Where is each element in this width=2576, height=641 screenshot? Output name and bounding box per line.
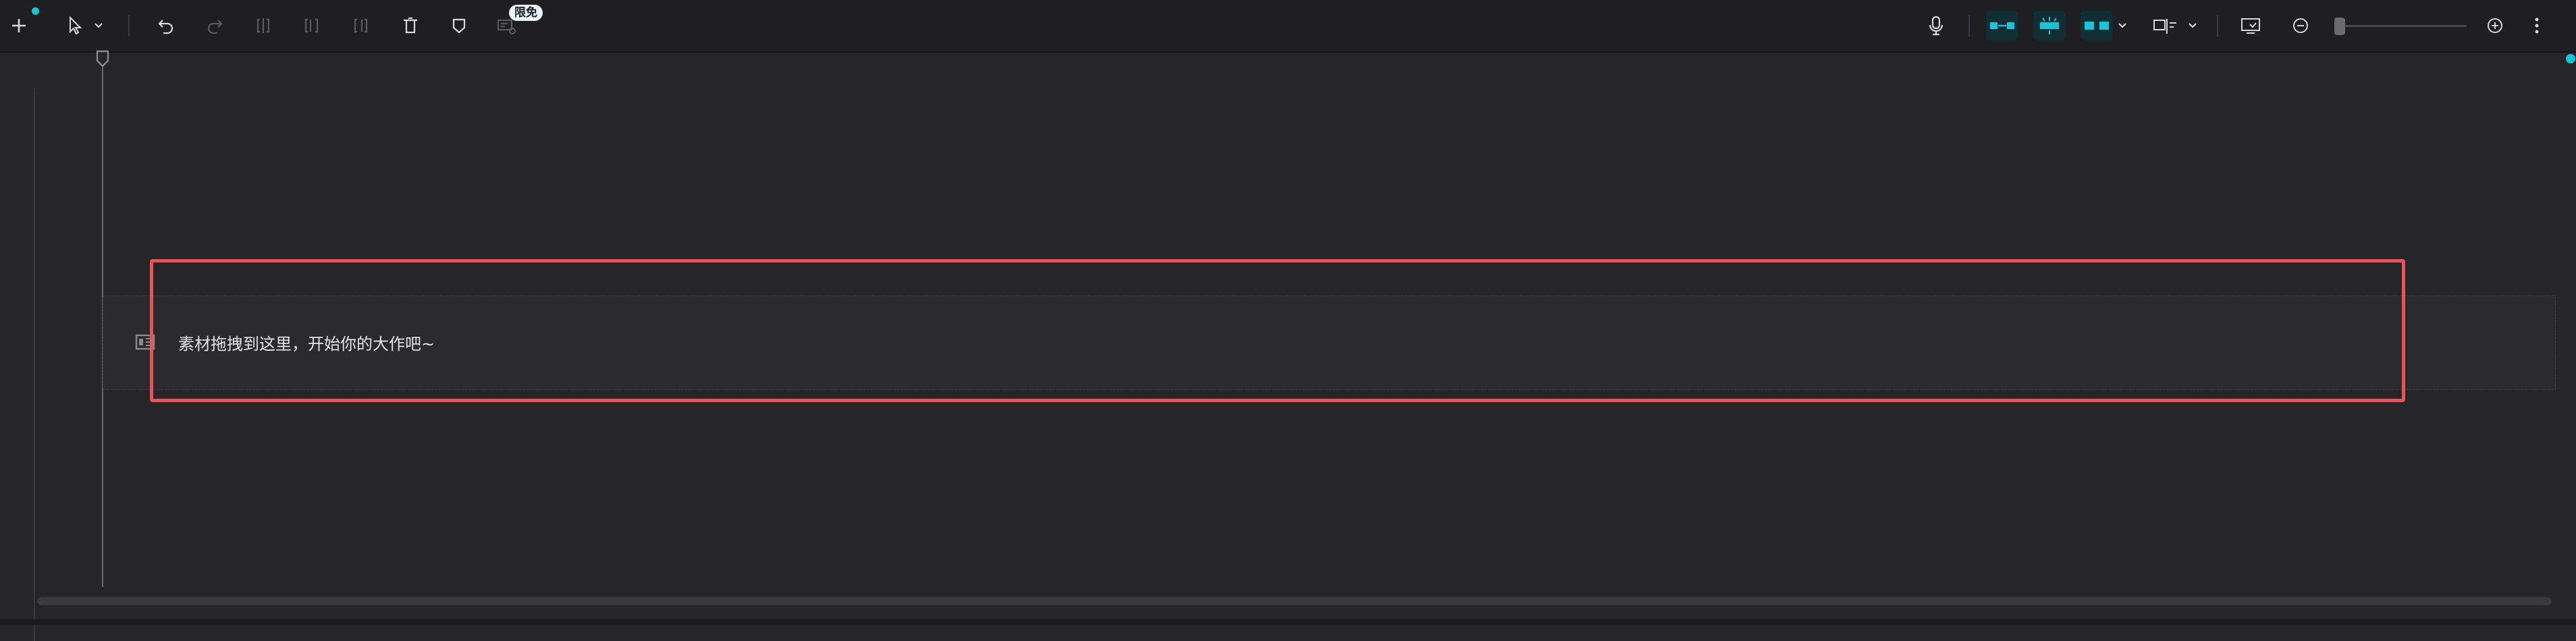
microphone-icon [1929,16,1943,36]
timeline-toolbar: 限免 [0,0,2576,53]
toolbar-divider [2217,15,2218,36]
link-tracks-dropdown[interactable] [2114,11,2130,40]
zoom-slider-handle[interactable] [2334,18,2345,35]
more-options-button[interactable] [2527,11,2546,40]
record-audio-button[interactable] [1921,11,1951,40]
horizontal-scrollbar[interactable] [37,597,2552,605]
vertical-scroll-handle[interactable] [2566,54,2575,63]
zoom-in-icon [2488,18,2502,33]
preview-axis-button[interactable] [2151,11,2180,40]
marker-button[interactable] [444,11,474,40]
magnet-snap-toggle[interactable] [2033,11,2066,40]
toolbar-divider [1968,15,1970,36]
playhead-handle-icon[interactable] [95,50,110,67]
zoom-out-button[interactable] [2286,11,2315,40]
plus-icon [12,19,26,32]
cursor-select-icon [70,16,82,35]
chevron-down-icon [2118,23,2126,28]
split-right-button[interactable] [346,11,375,40]
split-icon [257,18,270,33]
redo-icon [207,20,223,34]
add-button[interactable] [4,11,34,40]
chevron-down-icon [2189,23,2197,28]
select-tool-button[interactable] [61,11,90,40]
delete-button[interactable] [396,11,425,40]
undo-icon [158,20,173,34]
link-clips-toggle[interactable] [1986,11,2018,40]
delete-icon [404,17,417,34]
split-left-button[interactable] [297,11,327,40]
preview-axis-dropdown[interactable] [2184,11,2201,40]
select-mode-dropdown[interactable] [90,11,107,40]
link-clips-icon [1990,22,2014,29]
more-vertical-icon [2535,18,2539,34]
link-tracks-toggle[interactable] [2081,11,2113,40]
split-button[interactable] [248,11,278,40]
redo-button[interactable] [200,11,230,40]
fullscreen-preview-icon [2241,18,2260,34]
bottom-edge [0,619,2576,625]
split-left-icon [304,18,319,33]
preview-axis-icon [2153,19,2176,34]
notification-dot [32,7,39,15]
highlight-box [150,259,2405,402]
zoom-out-icon [2293,18,2308,33]
link-tracks-icon [2085,22,2109,30]
zoom-in-button[interactable] [2480,11,2510,40]
free-limited-badge: 限免 [509,5,543,21]
track-header-divider [34,88,35,641]
undo-button[interactable] [151,11,181,40]
fullscreen-preview-button[interactable] [2236,11,2265,40]
chevron-down-icon [95,23,103,28]
zoom-slider[interactable] [2340,25,2467,27]
toolbar-divider [128,15,130,36]
split-right-icon [354,18,368,33]
marker-icon [452,18,466,34]
magnet-snap-icon [2040,17,2059,34]
